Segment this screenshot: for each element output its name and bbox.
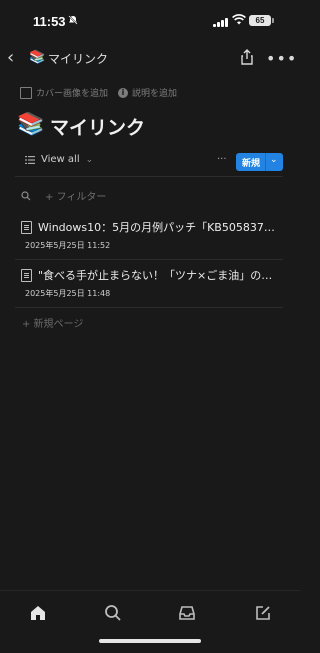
- home-indicator: [99, 639, 201, 643]
- view-options-icon[interactable]: ···: [217, 154, 227, 165]
- status-time: 11:53: [33, 14, 66, 29]
- more-options-icon[interactable]: •••: [266, 49, 297, 68]
- image-icon: [20, 86, 32, 99]
- bell-muted-icon: [68, 15, 78, 28]
- add-filter-button[interactable]: + フィルター: [45, 188, 106, 203]
- list-view-icon: [25, 155, 35, 164]
- add-cover-button[interactable]: カバー画像を追加: [36, 86, 108, 99]
- battery-indicator: 65: [249, 15, 271, 26]
- divider: [15, 176, 283, 177]
- chevron-down-icon[interactable]: ⌄: [270, 155, 278, 165]
- filter-bar: + フィルター: [21, 188, 106, 203]
- search-icon[interactable]: [21, 190, 31, 201]
- page-emoji-icon[interactable]: 📚: [17, 112, 44, 137]
- share-icon[interactable]: [238, 48, 256, 66]
- page-meta-actions: カバー画像を追加 i 説明を追加: [20, 86, 177, 99]
- battery-tip: [272, 18, 274, 23]
- divider: [15, 259, 283, 260]
- chevron-down-icon: ⌄: [85, 154, 94, 165]
- document-icon: [21, 269, 32, 282]
- info-icon: i: [118, 87, 129, 98]
- document-icon: [21, 221, 32, 234]
- view-selector[interactable]: View all ⌄: [25, 154, 93, 165]
- new-page-button[interactable]: 新規 ⌄: [236, 153, 283, 171]
- home-icon[interactable]: [26, 601, 50, 625]
- nav-page-title[interactable]: マイリンク: [48, 50, 108, 67]
- page-title[interactable]: マイリンク: [50, 113, 145, 140]
- list-item-date: 2025年5月25日 11:48: [25, 289, 111, 298]
- divider: [15, 307, 283, 308]
- button-separator: [265, 153, 266, 171]
- compose-icon[interactable]: [251, 601, 275, 625]
- nav-page-icon: 📚: [29, 50, 46, 65]
- search-icon[interactable]: [101, 601, 125, 625]
- bottom-tab-bar: [0, 590, 300, 653]
- wifi-icon: [232, 14, 246, 28]
- list-item[interactable]: Windows10：5月の月例パッチ「KB5058379」の不具合 2025年5…: [15, 216, 283, 258]
- view-label: View all: [41, 154, 80, 165]
- add-description-button[interactable]: 説明を追加: [132, 86, 177, 99]
- add-new-page-button[interactable]: + 新規ページ: [22, 315, 83, 330]
- back-chevron-icon[interactable]: ‹: [7, 49, 14, 67]
- list-item-title: "食べる手が止まらない！「ツナ×ごま油」のやみつきレシピ: [38, 269, 281, 282]
- cellular-signal-icon: [213, 17, 229, 27]
- new-button-label: 新規: [242, 159, 261, 169]
- list-item[interactable]: "食べる手が止まらない！「ツナ×ごま油」のやみつきレシピ 2025年5月25日 …: [15, 264, 283, 306]
- list-item-title: Windows10：5月の月例パッチ「KB5058379」の不具合: [38, 221, 281, 234]
- inbox-icon[interactable]: [175, 601, 199, 625]
- list-item-date: 2025年5月25日 11:52: [25, 241, 111, 250]
